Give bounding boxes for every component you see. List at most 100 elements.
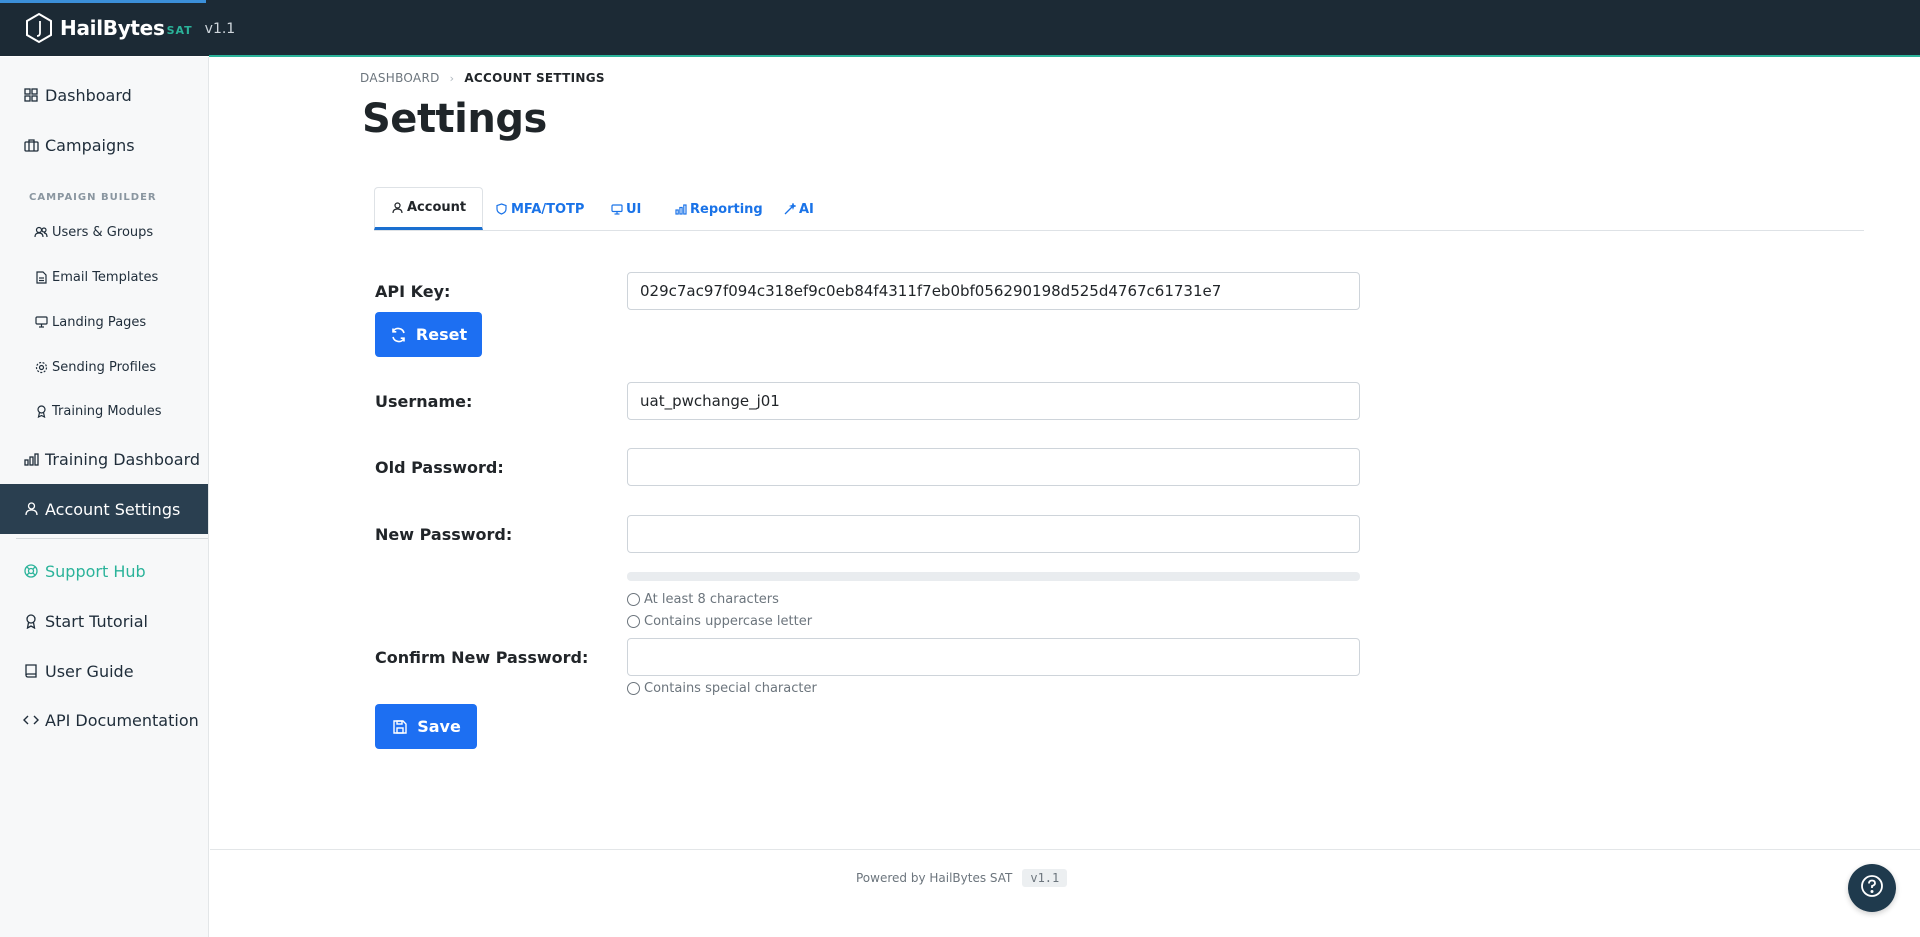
question-circle-icon [1860, 874, 1884, 902]
sidebar-item-label: Training Dashboard [45, 449, 201, 469]
username-label: Username: [375, 392, 473, 411]
book-icon [23, 663, 39, 679]
settings-tabs: Account MFA/TOTP UI Reporting AI [374, 187, 1864, 231]
floppy-disk-icon [391, 718, 409, 736]
file-icon [34, 270, 48, 284]
award-icon [23, 613, 39, 629]
tab-ai[interactable]: AI [783, 187, 814, 231]
sidebar-item-campaigns[interactable]: Campaigns [0, 120, 208, 170]
new-password-field[interactable] [627, 515, 1360, 553]
sidebar-item-training-modules[interactable]: Training Modules [0, 391, 208, 431]
hexagon-logo-icon [24, 12, 54, 44]
tab-account[interactable]: Account [374, 187, 484, 230]
sidebar-item-label: Account Settings [45, 499, 181, 519]
save-button-label: Save [417, 717, 461, 736]
save-button[interactable]: Save [375, 704, 477, 749]
password-strength-bar [627, 572, 1360, 581]
sidebar-item-support-hub[interactable]: Support Hub [0, 546, 208, 596]
footer-text: Powered by HailBytes SAT [856, 871, 1013, 885]
requirement-text: At least 8 characters [644, 592, 779, 607]
requirement-special-character: Contains special character [627, 681, 817, 696]
sidebar-item-label: Campaigns [45, 135, 135, 155]
sidebar-item-label: Users & Groups [52, 224, 154, 240]
old-password-field[interactable] [627, 448, 1360, 486]
sidebar-item-label: Dashboard [45, 85, 132, 105]
monitor-icon [610, 203, 623, 216]
circle-icon [627, 615, 640, 628]
sidebar-item-label: User Guide [45, 661, 134, 681]
gear-icon [34, 360, 48, 374]
reset-api-key-button[interactable]: Reset [375, 312, 482, 357]
briefcase-icon [23, 137, 39, 153]
brand-logo-link[interactable]: HailBytes SAT v1.1 [24, 11, 235, 45]
tab-mfa-totp[interactable]: MFA/TOTP [495, 187, 584, 231]
user-icon [23, 501, 39, 517]
footer-credit: Powered by HailBytes SAT v1.1 [856, 869, 1068, 887]
confirm-password-field[interactable] [627, 638, 1360, 676]
sidebar-item-label: Landing Pages [52, 314, 147, 330]
grid-icon [23, 87, 39, 103]
sidebar-item-start-tutorial[interactable]: Start Tutorial [0, 596, 208, 646]
circle-icon [627, 682, 640, 695]
confirm-password-label: Confirm New Password: [375, 648, 589, 667]
sidebar-item-account-settings[interactable]: Account Settings [0, 484, 208, 534]
navbar-accent-line [209, 55, 1920, 57]
old-password-label: Old Password: [375, 458, 504, 477]
sidebar-item-label: Support Hub [45, 561, 146, 581]
tab-reporting[interactable]: Reporting [674, 187, 763, 231]
reset-button-label: Reset [415, 325, 468, 344]
sidebar-item-api-documentation[interactable]: API Documentation [0, 695, 208, 745]
tab-label: AI [799, 201, 814, 217]
username-field[interactable]: uat_pwchange_j01 [627, 382, 1360, 420]
sidebar-item-dashboard[interactable]: Dashboard [0, 70, 208, 120]
requirement-uppercase: Contains uppercase letter [627, 614, 812, 629]
bar-chart-icon [674, 203, 687, 216]
award-icon [34, 404, 48, 418]
magic-wand-icon [783, 203, 796, 216]
brand-name: HailBytes [60, 16, 165, 40]
sidebar-item-email-templates[interactable]: Email Templates [0, 257, 208, 297]
requirement-min-length: At least 8 characters [627, 592, 779, 607]
tab-label: Account [407, 200, 467, 215]
sidebar-item-landing-pages[interactable]: Landing Pages [0, 302, 208, 342]
sidebar-item-sending-profiles[interactable]: Sending Profiles [0, 347, 208, 387]
brand-version: v1.1 [204, 21, 236, 37]
chevron-right-icon: › [449, 71, 455, 85]
sidebar-item-label: Training Modules [52, 403, 162, 419]
users-icon [34, 225, 48, 239]
api-key-label: API Key: [375, 282, 451, 301]
lifebuoy-icon [23, 563, 39, 579]
breadcrumb-link-dashboard[interactable]: DASHBOARD [360, 71, 440, 85]
refresh-icon [390, 326, 408, 344]
tab-label: MFA/TOTP [511, 201, 585, 217]
circle-icon [627, 593, 640, 606]
page-title: Settings [362, 96, 547, 142]
footer [210, 849, 1920, 937]
sidebar-item-training-dashboard[interactable]: Training Dashboard [0, 434, 208, 484]
sidebar-item-label: API Documentation [45, 710, 199, 730]
requirement-text: Contains uppercase letter [644, 614, 813, 629]
sidebar-item-label: Email Templates [52, 269, 159, 285]
brand-suffix: SAT [166, 23, 193, 37]
sidebar-item-label: Sending Profiles [52, 359, 157, 375]
sidebar-item-user-guide[interactable]: User Guide [0, 646, 208, 696]
sidebar-section-label: CAMPAIGN BUILDER [29, 192, 157, 203]
api-key-field[interactable]: 029c7ac97f094c318ef9c0eb84f4311f7eb0bf05… [627, 272, 1360, 310]
requirement-text: Contains special character [644, 681, 817, 696]
shield-icon [495, 203, 508, 216]
new-password-label: New Password: [375, 525, 513, 544]
sidebar-divider [16, 538, 208, 539]
footer-version-badge: v1.1 [1022, 869, 1068, 887]
top-navbar: HailBytes SAT v1.1 [0, 0, 1920, 57]
sidebar-item-label: Start Tutorial [45, 611, 148, 631]
bar-chart-icon [23, 451, 39, 467]
sidebar: Dashboard Campaigns CAMPAIGN BUILDER Use… [0, 57, 209, 937]
sidebar-item-users-groups[interactable]: Users & Groups [0, 212, 208, 252]
breadcrumb-current: ACCOUNT SETTINGS [464, 71, 605, 85]
tab-label: UI [626, 201, 642, 217]
code-icon [23, 712, 39, 728]
help-button[interactable] [1848, 864, 1896, 912]
loading-progress-bar [0, 0, 206, 3]
tab-ui[interactable]: UI [610, 187, 641, 231]
tab-label: Reporting [690, 201, 763, 217]
